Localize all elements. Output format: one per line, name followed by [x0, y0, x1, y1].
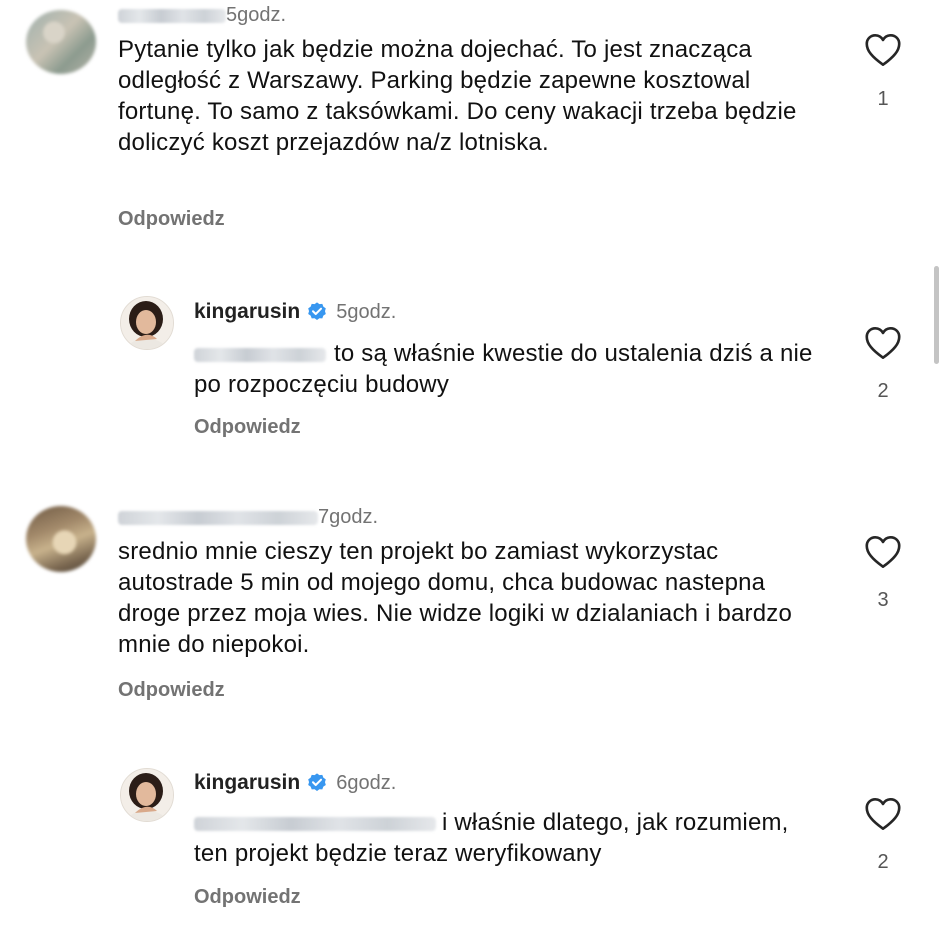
reply-text: i właśnie dlatego, jak rozumiem, ten pro…: [194, 807, 824, 869]
avatar[interactable]: [26, 10, 96, 74]
redacted-mention: [194, 816, 436, 831]
reply-button[interactable]: Odpowiedz: [194, 416, 301, 439]
owner-avatar-image: [121, 297, 173, 349]
comment-meta: 5godz.: [118, 4, 286, 27]
owner-avatar-image: [121, 769, 173, 821]
reply-button[interactable]: Odpowiedz: [118, 208, 225, 231]
reply-button[interactable]: Odpowiedz: [194, 886, 301, 909]
like-count: 2: [877, 380, 889, 402]
reply-time: 5godz.: [336, 300, 397, 323]
comment-time: 5godz.: [226, 4, 287, 26]
redacted-username: [118, 510, 318, 525]
scrollbar[interactable]: [934, 266, 939, 364]
reply-time: 6godz.: [336, 771, 397, 794]
comment-meta: 7godz.: [118, 506, 378, 529]
like-count: 1: [877, 88, 889, 110]
verified-badge-icon: [308, 773, 327, 791]
avatar[interactable]: [120, 296, 174, 350]
redacted-mention: [194, 347, 326, 362]
avatar[interactable]: [26, 506, 96, 572]
verified-badge-icon: [308, 302, 327, 320]
reply-meta: kingarusin 6godz.: [194, 771, 396, 795]
comment-time: 7godz.: [318, 506, 379, 528]
heart-icon[interactable]: [864, 797, 902, 831]
comment-text: Pytanie tylko jak będzie można dojechać.…: [118, 36, 797, 156]
username[interactable]: kingarusin: [194, 300, 300, 324]
reply-meta: kingarusin 5godz.: [194, 300, 396, 324]
avatar[interactable]: [120, 768, 174, 822]
reply-text: to są właśnie kwestie do ustalenia dziś …: [194, 338, 834, 400]
reply-button[interactable]: Odpowiedz: [118, 679, 225, 702]
comment-text: srednio mnie cieszy ten projekt bo zamia…: [118, 538, 793, 658]
heart-icon[interactable]: [864, 326, 902, 360]
username[interactable]: kingarusin: [194, 771, 300, 795]
heart-icon[interactable]: [864, 33, 902, 67]
like-count: 3: [877, 589, 889, 611]
redacted-username: [118, 8, 226, 23]
heart-icon[interactable]: [864, 535, 902, 569]
like-count: 2: [877, 851, 889, 873]
